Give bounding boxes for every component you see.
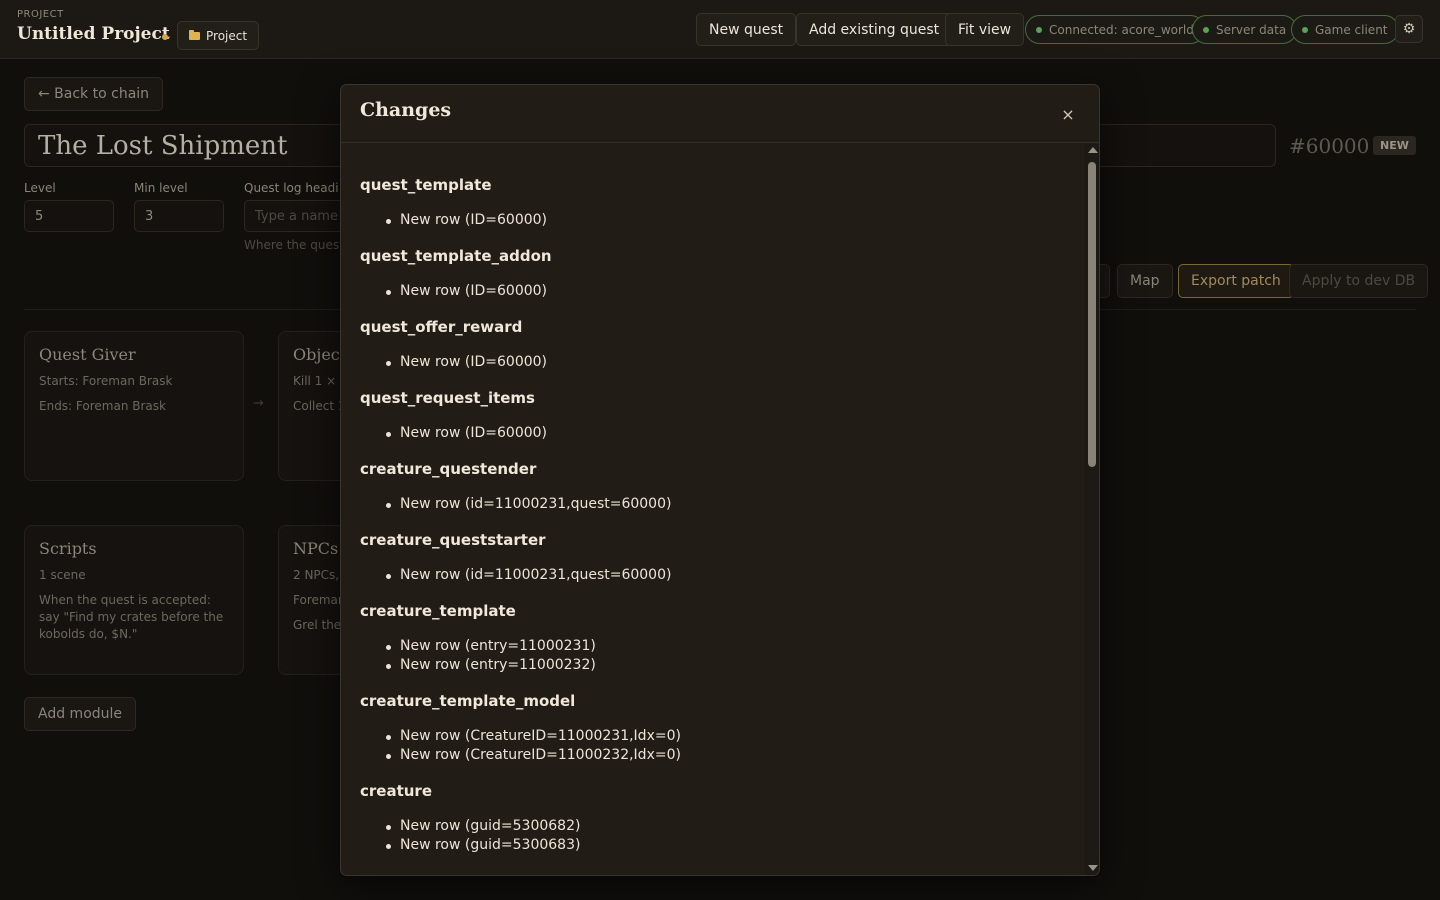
change-group: creature_queststarter New row (id=1100023… (360, 531, 1066, 585)
project-button[interactable]: Project (177, 21, 260, 50)
change-rows: New row (ID=60000) (360, 282, 1066, 301)
change-rows: New row (ID=60000) (360, 424, 1066, 443)
change-group: creature_template_model New row (Creature… (360, 692, 1066, 765)
change-group: quest_template New row (ID=60000) (360, 176, 1066, 230)
change-row: New row (ID=60000) (384, 211, 1066, 230)
add-module-button[interactable]: Add module (24, 697, 137, 731)
change-rows: New row (id=11000231,quest=60000) (360, 495, 1066, 514)
change-row: New row (id=11000231,quest=60000) (384, 495, 1066, 514)
change-group: quest_request_items New row (ID=60000) (360, 389, 1066, 443)
change-row: New row (entry=11000231) (384, 637, 1066, 656)
status-dot-icon (1203, 26, 1209, 33)
quest-log-heading-label: Quest log headi (244, 181, 339, 195)
change-row: New row (CreatureID=11000232,Idx=0) (384, 746, 1066, 765)
change-group: creature_template New row (entry=11000231… (360, 602, 1066, 675)
table-name: creature (360, 782, 433, 800)
close-icon[interactable]: × (1060, 107, 1076, 123)
unsaved-indicator (162, 34, 168, 40)
table-name: creature_questender (360, 460, 537, 478)
fit-view-button[interactable]: Fit view (945, 13, 1025, 46)
change-row: New row (id=11000231,quest=60000) (384, 566, 1066, 585)
min-level-input[interactable]: 3 (134, 200, 224, 232)
card-line: Ends: Foreman Brask (39, 399, 166, 413)
change-row: New row (guid=5300682) (384, 817, 1066, 836)
scroll-down-icon[interactable] (1088, 865, 1098, 871)
add-existing-quest-button[interactable]: Add existing quest (796, 13, 953, 46)
server-data-pill[interactable]: Server data (1192, 15, 1298, 44)
new-badge: NEW (1373, 136, 1416, 155)
change-group: creature New row (guid=5300682) New row (g… (360, 782, 1066, 855)
quest-log-heading-input[interactable]: Type a name o (244, 200, 354, 232)
quest-log-heading-hint: Where the quest (244, 238, 344, 252)
status-dot-icon (1036, 26, 1042, 33)
scrollbar[interactable] (1085, 144, 1099, 875)
change-group: creature_questender New row (id=11000231,… (360, 460, 1066, 514)
table-name: creature_template_model (360, 692, 576, 710)
connection-status-pill[interactable]: Connected: acore_world (1025, 15, 1205, 44)
change-row: New row (ID=60000) (384, 282, 1066, 301)
status-dot-icon (1302, 26, 1308, 33)
change-rows: New row (guid=5300682) New row (guid=5300… (360, 817, 1066, 855)
map-button[interactable]: Map (1117, 264, 1173, 298)
game-client-pill[interactable]: Game client (1291, 15, 1399, 44)
card-title: Quest Giver (39, 345, 136, 364)
level-label: Level (24, 181, 56, 195)
table-name: quest_request_items (360, 389, 535, 407)
table-name: creature_template (360, 602, 516, 620)
settings-button[interactable]: ⚙ (1395, 15, 1423, 43)
change-rows: New row (ID=60000) (360, 353, 1066, 372)
changes-dialog: Changes × quest_template New row (ID=6000… (340, 84, 1100, 876)
game-client-label: Game client (1315, 22, 1388, 37)
card-title: Scripts (39, 539, 97, 558)
gear-icon: ⚙ (1402, 21, 1416, 37)
changes-list[interactable]: quest_template New row (ID=60000) quest_te… (341, 144, 1085, 875)
change-row: New row (CreatureID=11000231,Idx=0) (384, 727, 1066, 746)
flow-arrow-icon: → (253, 396, 264, 411)
project-button-label: Project (206, 28, 248, 43)
dialog-title: Changes (360, 99, 452, 121)
change-rows: New row (CreatureID=11000231,Idx=0) New r… (360, 727, 1066, 765)
card-line: 1 scene (39, 568, 86, 582)
min-level-label: Min level (134, 181, 188, 195)
change-rows: New row (entry=11000231) New row (entry=1… (360, 637, 1066, 675)
change-row: New row (entry=11000232) (384, 656, 1066, 675)
level-input[interactable]: 5 (24, 200, 114, 232)
top-bar: PROJECT Untitled Project Project New que… (0, 0, 1440, 59)
folder-icon (189, 29, 200, 40)
change-row: New row (guid=5300683) (384, 836, 1066, 855)
scripts-card[interactable]: Scripts 1 scene When the quest is accept… (24, 525, 244, 675)
quest-giver-card[interactable]: Quest Giver Starts: Foreman Brask Ends: … (24, 331, 244, 481)
new-quest-button[interactable]: New quest (696, 13, 797, 46)
card-line: Starts: Foreman Brask (39, 374, 173, 388)
change-rows: New row (ID=60000) (360, 211, 1066, 230)
change-rows: New row (id=11000231,quest=60000) (360, 566, 1066, 585)
table-name: quest_template (360, 176, 492, 194)
connection-status-label: Connected: acore_world (1049, 22, 1194, 37)
scroll-up-icon[interactable] (1088, 147, 1098, 153)
table-name: quest_template_addon (360, 247, 552, 265)
dialog-header: Changes × (341, 85, 1099, 143)
server-data-label: Server data (1216, 22, 1287, 37)
project-kicker: PROJECT (17, 9, 64, 20)
export-patch-button[interactable]: Export patch (1178, 264, 1294, 298)
change-group: quest_template_addon New row (ID=60000) (360, 247, 1066, 301)
apply-to-dev-db-button[interactable]: Apply to dev DB (1289, 264, 1429, 298)
change-group: quest_offer_reward New row (ID=60000) (360, 318, 1066, 372)
scroll-thumb[interactable] (1088, 162, 1096, 467)
project-title[interactable]: Untitled Project (17, 24, 170, 44)
change-row: New row (ID=60000) (384, 424, 1066, 443)
back-to-chain-button[interactable]: ← Back to chain (24, 77, 164, 111)
change-row: New row (ID=60000) (384, 353, 1066, 372)
card-line: When the quest is accepted: say "Find my… (39, 593, 224, 641)
quest-id: #60000 (1289, 134, 1370, 158)
table-name: quest_offer_reward (360, 318, 523, 336)
table-name: creature_queststarter (360, 531, 546, 549)
